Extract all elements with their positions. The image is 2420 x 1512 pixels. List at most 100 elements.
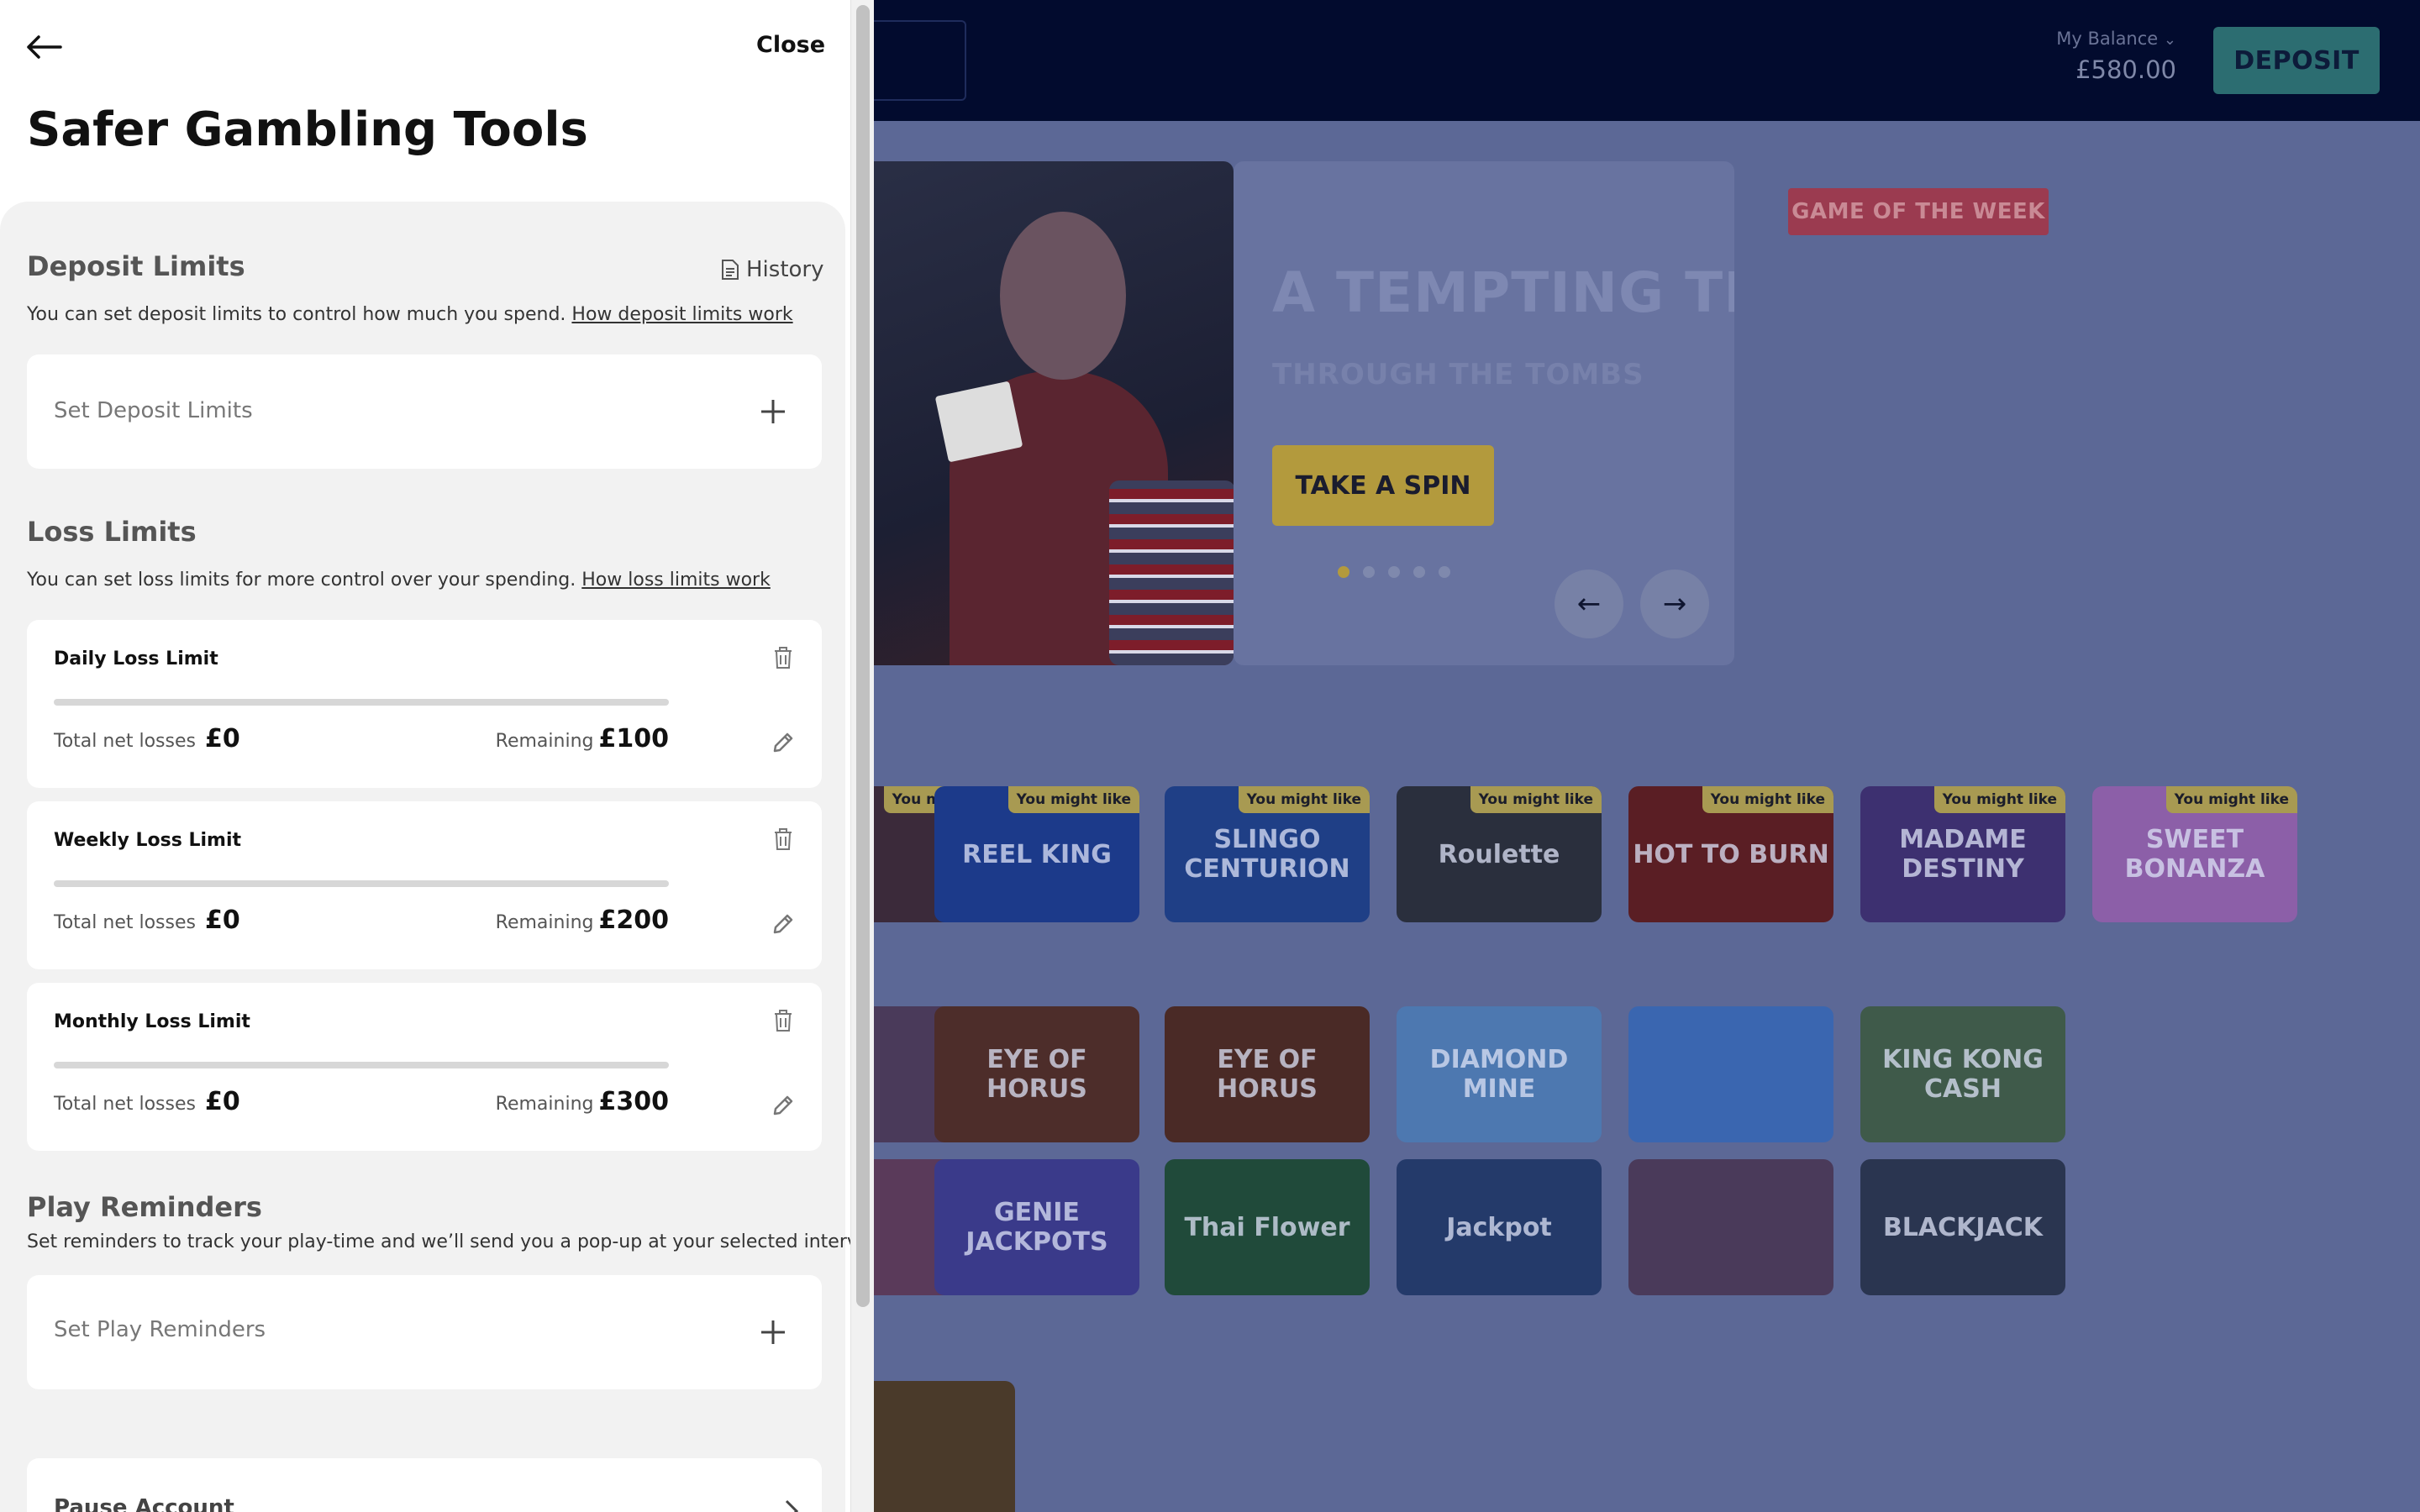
take-a-spin-button[interactable]: TAKE A SPIN [1272, 445, 1494, 526]
pencil-icon[interactable] [771, 912, 795, 936]
carousel-dots [1338, 566, 1450, 578]
game-tile[interactable]: MADAME DESTINY You might like [1860, 786, 2065, 922]
you-might-like-badge: You might like [1007, 786, 1139, 813]
balance-value: £580.00 [2075, 55, 2176, 84]
game-tile-name: REEL KING [962, 839, 1112, 869]
game-tile-name: GENIE JACKPOTS [965, 1198, 1108, 1257]
plus-icon [761, 1320, 785, 1344]
loss-limits-description: You can set loss limits for more control… [27, 570, 771, 591]
pencil-icon[interactable] [771, 731, 795, 754]
loss-limits-heading: Loss Limits [27, 516, 197, 548]
hero-title: A TEMPTING TRE [1272, 260, 1734, 325]
game-tile[interactable]: KING KONG CASH [1860, 1006, 2065, 1142]
game-tile[interactable]: GENIE JACKPOTS [934, 1159, 1139, 1295]
pencil-icon[interactable] [771, 1094, 795, 1117]
game-tile[interactable]: DIAMOND MINE [1397, 1006, 1602, 1142]
carousel-dot[interactable] [1413, 566, 1425, 578]
game-tile[interactable]: EYE OF HORUS [934, 1006, 1139, 1142]
carousel-dot[interactable] [1363, 566, 1375, 578]
hero-image [840, 161, 1234, 665]
loss-progress-bar [54, 1062, 669, 1068]
net-losses-value: £0 [204, 1087, 240, 1116]
you-might-like-badge: You might like [1702, 786, 1833, 813]
game-tile-name: MADAME DESTINY [1899, 825, 2027, 884]
game-tile-name: EYE OF HORUS [986, 1045, 1087, 1104]
close-button[interactable]: Close [756, 32, 825, 58]
loss-limit-title: Daily Loss Limit [54, 648, 218, 669]
page-title: Safer Gambling Tools [27, 102, 588, 157]
game-tile-name: EYE OF HORUS [1217, 1045, 1318, 1104]
you-might-like-badge: You might like [1933, 786, 2065, 813]
game-of-the-week-badge: GAME OF THE WEEK [1788, 188, 2049, 235]
pause-account-label: Pause Account [54, 1495, 234, 1512]
net-losses-label: Total net losses [54, 1094, 196, 1115]
game-tile[interactable]: Jackpot [1397, 1159, 1602, 1295]
game-tile[interactable]: Roulette You might like [1397, 786, 1602, 922]
trash-icon[interactable] [771, 1008, 795, 1033]
loss-progress-bar [54, 880, 669, 887]
balance-label: My Balance [2056, 29, 2159, 49]
game-tile[interactable]: Thai Flower [1165, 1159, 1370, 1295]
history-link[interactable]: History [721, 257, 824, 282]
game-tile-name: Roulette [1438, 839, 1560, 869]
game-tile[interactable] [1628, 1006, 1833, 1142]
deposit-button[interactable]: DEPOSIT [2213, 27, 2380, 94]
panel-scrollbar[interactable] [850, 0, 874, 1512]
game-tile[interactable]: SWEET BONANZA You might like [2092, 786, 2297, 922]
game-tile[interactable]: HOT TO BURN You might like [1628, 786, 1833, 922]
arrow-left-icon [27, 35, 62, 59]
trash-icon[interactable] [771, 645, 795, 670]
remaining-value: £200 [598, 906, 670, 935]
hero-subtitle: THROUGH THE TOMBS [1272, 358, 1644, 391]
remaining-value: £100 [598, 724, 670, 753]
net-losses-value: £0 [204, 906, 240, 935]
loss-progress-bar [54, 699, 669, 706]
balance-widget[interactable]: My Balance ⌄ £580.00 [2050, 29, 2176, 84]
loss-limit-title: Weekly Loss Limit [54, 830, 242, 851]
game-tile-name: DIAMOND MINE [1429, 1045, 1569, 1104]
carousel-next-button[interactable]: → [1640, 570, 1709, 638]
daily-loss-limit-card: Daily Loss Limit Total net losses £0 Rem… [27, 620, 822, 788]
back-button[interactable] [24, 30, 64, 64]
net-losses-label: Total net losses [54, 912, 196, 933]
game-tile-name: Thai Flower [1184, 1212, 1350, 1242]
game-tile[interactable]: REEL KING You might like [934, 786, 1139, 922]
monthly-loss-limit-card: Monthly Loss Limit Total net losses £0 R… [27, 983, 822, 1151]
game-tile-name: SWEET BONANZA [2124, 825, 2265, 884]
game-tile[interactable]: BLACKJACK [1860, 1159, 2065, 1295]
game-tile[interactable] [1628, 1159, 1833, 1295]
set-deposit-limits-card[interactable]: Set Deposit Limits [27, 354, 822, 469]
chevron-right-icon [785, 1499, 799, 1512]
deposit-limits-heading: Deposit Limits [27, 250, 245, 282]
set-deposit-limits-label: Set Deposit Limits [54, 398, 253, 423]
game-tile-name: SLINGO CENTURION [1184, 825, 1350, 884]
carousel-dot[interactable] [1439, 566, 1450, 578]
remaining-label: Remaining [495, 1094, 594, 1115]
pause-account-card[interactable]: Pause Account [27, 1458, 822, 1512]
document-icon [722, 260, 739, 280]
carousel-prev-button[interactable]: ← [1555, 570, 1623, 638]
how-loss-limits-work-link[interactable]: How loss limits work [581, 570, 771, 591]
safer-gambling-panel: Close Safer Gambling Tools Deposit Limit… [0, 0, 874, 1512]
game-tile[interactable]: SLINGO CENTURION You might like [1165, 786, 1370, 922]
scrollbar-thumb[interactable] [856, 5, 870, 1307]
game-tile-name: BLACKJACK [1882, 1212, 2044, 1242]
plus-icon [761, 400, 785, 423]
you-might-like-badge: You might like [1470, 786, 1602, 813]
game-tile-name: KING KONG CASH [1882, 1045, 2044, 1104]
loss-limit-title: Monthly Loss Limit [54, 1011, 250, 1032]
trash-icon[interactable] [771, 827, 795, 852]
remaining-label: Remaining [495, 731, 594, 752]
deposit-limits-description: You can set deposit limits to control ho… [27, 304, 793, 325]
history-label: History [746, 257, 824, 282]
arrow-right-icon: → [1662, 587, 1687, 621]
play-reminders-description: Set reminders to track your play-time an… [27, 1231, 874, 1252]
carousel-dot[interactable] [1388, 566, 1400, 578]
game-tile[interactable]: EYE OF HORUS [1165, 1006, 1370, 1142]
carousel-dot[interactable] [1338, 566, 1349, 578]
set-play-reminders-label: Set Play Reminders [54, 1317, 266, 1342]
net-losses-label: Total net losses [54, 731, 196, 752]
how-deposit-limits-work-link[interactable]: How deposit limits work [571, 304, 792, 325]
set-play-reminders-card[interactable]: Set Play Reminders [27, 1275, 822, 1389]
net-losses-value: £0 [204, 724, 240, 753]
